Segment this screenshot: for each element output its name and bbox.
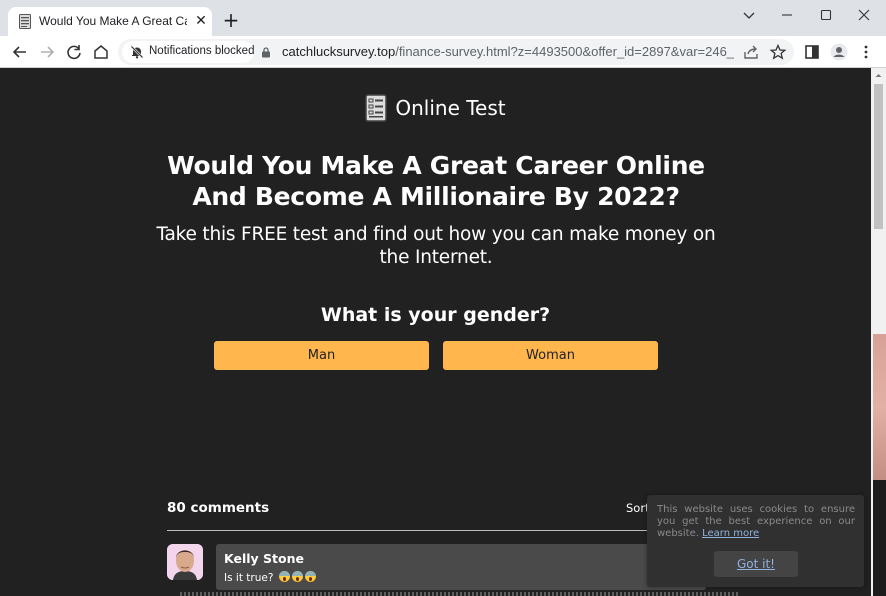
- bell-slash-icon: [130, 45, 144, 59]
- side-panel-icon[interactable]: [803, 43, 821, 61]
- tab-title: Would You Make A Great Career Online And…: [39, 14, 187, 28]
- screaming-face-emoji-icon: [278, 571, 290, 582]
- reload-icon[interactable]: [64, 42, 84, 62]
- background-window-edge-dark: [873, 480, 886, 596]
- comment-author[interactable]: Kelly Stone: [224, 551, 304, 566]
- bookmark-star-icon[interactable]: [769, 43, 787, 61]
- answer-man-button[interactable]: Man: [214, 341, 429, 370]
- notifications-blocked-chip[interactable]: Notifications blocked: [122, 41, 254, 63]
- url-path: /finance-survey.html?z=4493500&offer_id=…: [395, 44, 734, 59]
- page-viewport: Online Test Would You Make A Great Caree…: [0, 68, 886, 596]
- screaming-face-emoji-icon: [304, 571, 316, 582]
- comments-count: 80 comments: [167, 500, 270, 516]
- answer-woman-button[interactable]: Woman: [443, 341, 658, 370]
- brand: Online Test: [0, 94, 871, 126]
- checklist-icon: [365, 94, 388, 122]
- page-subheadline: Take this FREE test and find out how you…: [156, 224, 716, 268]
- maximize-icon[interactable]: [815, 6, 837, 24]
- scroll-up-arrow-icon[interactable]: [871, 68, 886, 83]
- learn-more-link[interactable]: Learn more: [702, 528, 759, 539]
- browser-toolbar: Notifications blocked catchlucksurvey.to…: [0, 36, 886, 68]
- home-icon[interactable]: [91, 42, 111, 62]
- comments-divider: [167, 530, 707, 531]
- forward-arrow-icon[interactable]: [37, 42, 57, 62]
- address-bar[interactable]: Notifications blocked catchlucksurvey.to…: [118, 39, 794, 65]
- notifications-blocked-label: Notifications blocked: [149, 45, 255, 57]
- brand-title: Online Test: [395, 96, 506, 120]
- close-tab-icon[interactable]: ✕: [193, 13, 209, 29]
- back-arrow-icon[interactable]: [10, 42, 30, 62]
- background-window-edge: [873, 334, 886, 480]
- url-domain: catchlucksurvey.top: [282, 44, 396, 59]
- lock-icon[interactable]: [261, 47, 271, 58]
- page-headline: Would You Make A Great Career Online And…: [167, 151, 705, 211]
- tab-search-chevron-icon[interactable]: [738, 6, 760, 24]
- survey-list-icon: [19, 14, 31, 29]
- tab-strip: Would You Make A Great Career Online And…: [0, 0, 886, 36]
- comment-text: Is it true?: [224, 571, 316, 584]
- profile-avatar-icon[interactable]: [830, 43, 848, 61]
- new-tab-button[interactable]: +: [222, 10, 240, 30]
- survey-page: Online Test Would You Make A Great Caree…: [0, 68, 871, 596]
- survey-question: What is your gender?: [320, 304, 551, 326]
- url-text[interactable]: catchlucksurvey.top/finance-survey.html?…: [282, 44, 734, 59]
- cookie-consent-banner: This website uses cookies to ensure you …: [647, 495, 864, 587]
- close-window-icon[interactable]: [853, 6, 875, 24]
- cookie-accept-button[interactable]: Got it!: [714, 551, 798, 577]
- share-icon[interactable]: [742, 43, 760, 61]
- comment-body: Is it true?: [224, 572, 274, 584]
- browser-window: Would You Make A Great Career Online And…: [0, 0, 886, 596]
- kebab-menu-icon[interactable]: [857, 43, 875, 61]
- avatar: [167, 544, 203, 580]
- cookie-message: This website uses cookies to ensure you …: [657, 504, 855, 540]
- scrollbar-thumb[interactable]: [874, 84, 883, 229]
- screaming-face-emoji-icon: [291, 571, 303, 582]
- browser-tab[interactable]: Would You Make A Great Career Online And…: [8, 7, 212, 36]
- comment-item: Kelly Stone Is it true?: [216, 544, 706, 590]
- next-comment-preview: [180, 592, 740, 596]
- avatar-portrait-icon: [167, 544, 203, 580]
- minimize-icon[interactable]: [776, 6, 798, 24]
